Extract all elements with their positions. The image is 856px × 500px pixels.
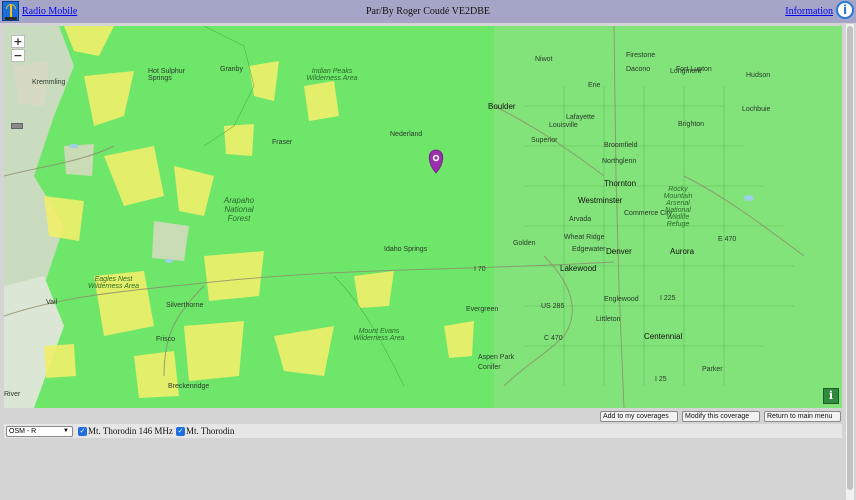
map-label: Thornton [604,179,637,188]
map-label: Northglenn [602,158,637,165]
map-label: I 25 [655,376,667,383]
map-label: Frisco [156,336,176,343]
coverage-2-checkbox[interactable]: ✓ [176,427,185,436]
coverage-1-label: Mt. Thorodin 146 MHz [88,426,173,436]
modify-coverage-button[interactable]: Modify this coverage [682,411,760,422]
map-label: Evergreen [466,306,499,313]
map-label: Littleton [596,316,621,323]
map-label: I 70 [474,266,486,273]
map-label: Dacono [626,66,651,73]
map-label: Aurora [670,247,695,256]
map-label: US 285 [541,303,565,310]
map-label: Breckenridge [168,383,210,390]
map-label: Hot Sulphur Springs [148,68,185,82]
map-label: Fort Lupton [676,66,712,73]
return-main-menu-button[interactable]: Return to main menu [764,411,841,422]
map-label: Mount Evans Wilderness Area [353,328,405,342]
coverage-2-label: Mt. Thorodin [186,426,235,436]
map-label: Louisville [549,122,578,129]
map-label: Hudson [746,72,771,79]
map-label: Denver [606,247,632,256]
map-label: Superior [531,137,558,144]
map-label: Boulder [488,102,516,111]
map-label: Arvada [569,216,592,223]
map-label: Brighton [678,121,705,128]
map-label: Rocky Mountain Arsenal National Wildlife… [663,186,693,228]
map-label: Westminster [578,196,623,205]
map-info-button[interactable]: i [823,388,839,404]
map-label: Nederland [390,131,423,138]
map-label: E 470 [718,236,737,243]
map-label: Broomfield [604,142,638,149]
map-label: Wheat Ridge [564,234,605,241]
map-label: Edgewater [572,246,606,253]
map-label: Eagles Nest Wilderness Area [87,276,140,290]
information-link[interactable]: Information [785,6,833,17]
map-label: Erie [588,82,601,89]
add-to-coverages-button[interactable]: Add to my coverages [600,411,678,422]
map-label: Conifer [478,364,501,371]
header-bar: Radio Mobile Par/By Roger Coudé VE2DBE I… [0,0,856,23]
map-label: Granby [220,66,243,73]
map-label: Kremmling [32,79,66,86]
layer-toggle-icon[interactable] [11,123,23,129]
map-label: Englewood [604,296,639,303]
zoom-in-button[interactable]: + [11,35,25,48]
page-scrollbar[interactable] [846,24,854,500]
map-label: Lakewood [560,264,597,273]
map-label: Lochbuie [742,106,771,113]
map-label: Arapaho National Forest [223,196,255,223]
map-label: River [4,391,21,398]
map-label: Niwot [535,56,553,63]
map-label: I 225 [660,295,676,302]
scrollbar-thumb[interactable] [847,26,853,490]
map-label: Idaho Springs [384,246,428,253]
author-credit: Par/By Roger Coudé VE2DBE [366,6,490,17]
coverage-map[interactable]: Boulder Lafayette Erie Louisville Broomf… [4,26,842,408]
layer-controls: OSM - R ▼ ✓ Mt. Thorodin 146 MHz ✓ Mt. T… [4,424,842,438]
basemap-select-value: OSM - R [9,428,37,435]
map-label: Golden [513,240,536,247]
map-label: Silverthorne [166,302,204,309]
map-label: Centennial [644,332,683,341]
coverage-1-checkbox[interactable]: ✓ [78,427,87,436]
map-label: Fraser [272,139,293,146]
zoom-out-button[interactable]: − [11,49,25,62]
map-label: Lafayette [566,114,595,121]
map-label: Firestone [626,52,656,59]
basemap-select[interactable]: OSM - R ▼ [6,426,73,437]
map-canvas [4,26,842,408]
info-icon[interactable]: i [836,1,854,19]
map-label: Aspen Park [478,354,515,361]
map-label: Indian Peaks Wilderness Area [306,68,358,82]
map-label: Vail [46,299,58,306]
map-label: C 470 [544,335,563,342]
chevron-down-icon: ▼ [63,428,69,434]
map-label: Parker [702,366,723,373]
